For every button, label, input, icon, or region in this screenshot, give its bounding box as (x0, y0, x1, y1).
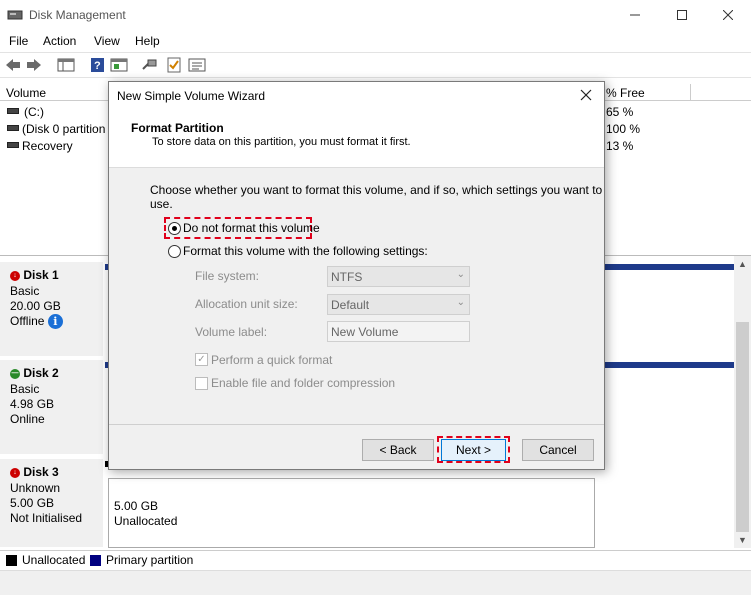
close-button[interactable] (705, 0, 751, 30)
scroll-thumb[interactable] (736, 322, 749, 532)
column-volume[interactable]: Volume (6, 86, 46, 100)
dialog-close-button[interactable] (579, 88, 595, 104)
unallocated-partition[interactable]: 5.00 GB Unallocated (108, 478, 595, 548)
disk-size: 5.00 GB (10, 496, 55, 510)
file-system-label: File system: (195, 269, 260, 283)
disk-info-box[interactable]: ↓ Disk 3 Unknown 5.00 GB Not Initialised (0, 459, 103, 549)
settings-list-icon[interactable] (188, 57, 206, 73)
forward-arrow-icon[interactable] (25, 57, 43, 73)
partition-size: 5.00 GB (114, 499, 159, 513)
back-button[interactable]: < Back (362, 439, 434, 461)
disk-status: Not Initialised (10, 511, 83, 525)
properties-icon[interactable] (110, 57, 128, 73)
disk-title: Disk 3 (23, 465, 59, 479)
disk-size: 4.98 GB (10, 397, 55, 411)
disk-management-app-icon (7, 8, 23, 22)
disk-type: Basic (10, 284, 40, 298)
window-title: Disk Management (29, 8, 126, 22)
legend-unallocated-swatch (6, 555, 17, 566)
volume-label-value: New Volume (331, 325, 399, 339)
volume-row-free: 13 % (606, 139, 634, 153)
disk-info-box[interactable]: ↓ Disk 1 Basic 20.00 GB Offline i (0, 262, 103, 358)
compression-checkbox[interactable] (195, 377, 208, 390)
disk-info-box[interactable]: — Disk 2 Basic 4.98 GB Online (0, 360, 103, 456)
checklist-icon[interactable] (165, 57, 183, 73)
info-icon[interactable]: i (47, 314, 63, 330)
disk-size: 20.00 GB (10, 299, 61, 313)
radio-do-not-format[interactable] (168, 222, 181, 235)
volume-row-name[interactable]: (C:) (24, 105, 44, 119)
close-icon (580, 89, 592, 101)
close-icon (723, 10, 733, 20)
menu-file[interactable]: File (9, 34, 28, 48)
legend-bar: Unallocated Primary partition (0, 550, 751, 570)
legend-primary-swatch (90, 555, 101, 566)
disk-type: Basic (10, 382, 40, 396)
disk-type: Unknown (10, 481, 61, 495)
back-arrow-icon[interactable] (4, 57, 22, 73)
compression-label[interactable]: Enable file and folder compression (211, 376, 395, 390)
minimize-icon (630, 14, 640, 16)
column-free-percent[interactable]: % Free (606, 86, 645, 100)
disk-status: Online (10, 412, 45, 426)
minimize-button[interactable] (612, 0, 658, 30)
svg-text:?: ? (94, 60, 101, 72)
volume-row-name[interactable]: Recovery (22, 139, 73, 153)
radio-format-volume[interactable] (168, 245, 181, 258)
scroll-down-icon[interactable]: ▼ (738, 535, 747, 545)
chevron-down-icon: ⌄ (456, 297, 465, 308)
allocation-unit-value: Default (331, 298, 370, 312)
volume-row-name[interactable]: (Disk 0 partition (22, 122, 105, 136)
file-system-value: NTFS (331, 270, 363, 284)
connect-icon[interactable] (141, 57, 159, 73)
quick-format-label[interactable]: Perform a quick format (211, 353, 332, 367)
menu-action[interactable]: Action (43, 34, 76, 48)
new-simple-volume-wizard-dialog: New Simple Volume Wizard Format Partitio… (108, 81, 605, 470)
cancel-button[interactable]: Cancel (522, 439, 594, 461)
allocation-unit-label: Allocation unit size: (195, 297, 298, 311)
disk-error-icon: ↓ (10, 467, 20, 478)
next-button[interactable]: Next > (441, 439, 506, 461)
dialog-separator (109, 424, 604, 425)
disk-error-icon: ↓ (10, 270, 20, 281)
status-bar (0, 570, 751, 595)
drive-icon (7, 108, 19, 114)
disk-icon: — (10, 368, 20, 379)
scroll-up-icon[interactable]: ▲ (738, 259, 747, 269)
option-format-label[interactable]: Format this volume with the following se… (183, 244, 428, 258)
menu-help[interactable]: Help (135, 34, 160, 48)
volume-row-free: 100 % (606, 122, 641, 136)
volume-label-input[interactable]: New Volume (327, 321, 470, 342)
drive-icon (7, 142, 19, 148)
column-divider[interactable] (690, 84, 691, 101)
wizard-heading: Format Partition (131, 121, 224, 135)
console-tree-icon[interactable] (57, 57, 75, 73)
dialog-title: New Simple Volume Wizard (117, 89, 266, 103)
volume-label-label: Volume label: (195, 325, 268, 339)
disk-title: Disk 1 (23, 268, 59, 282)
wizard-instruction: Choose whether you want to format this v… (150, 183, 603, 211)
option-do-not-format-label[interactable]: Do not format this volume (183, 221, 320, 235)
legend-primary-label: Primary partition (106, 553, 194, 567)
chevron-down-icon: ⌄ (456, 269, 465, 280)
help-icon[interactable]: ? (89, 57, 107, 73)
drive-icon (7, 125, 19, 131)
wizard-subheading: To store data on this partition, you mus… (152, 136, 411, 148)
disk-title: Disk 2 (23, 366, 59, 380)
maximize-button[interactable] (659, 0, 705, 30)
menu-view[interactable]: View (94, 34, 120, 48)
file-system-select[interactable]: NTFS ⌄ (327, 266, 470, 287)
vertical-scrollbar[interactable]: ▲ ▼ (734, 256, 751, 548)
partition-label: Unallocated (114, 514, 178, 528)
maximize-icon (677, 10, 687, 20)
disk-status: Offline (10, 314, 45, 328)
legend-unallocated-label: Unallocated (22, 553, 86, 567)
volume-row-free: 65 % (606, 105, 634, 119)
quick-format-checkbox[interactable]: ✓ (195, 353, 208, 366)
allocation-unit-select[interactable]: Default ⌄ (327, 294, 470, 315)
